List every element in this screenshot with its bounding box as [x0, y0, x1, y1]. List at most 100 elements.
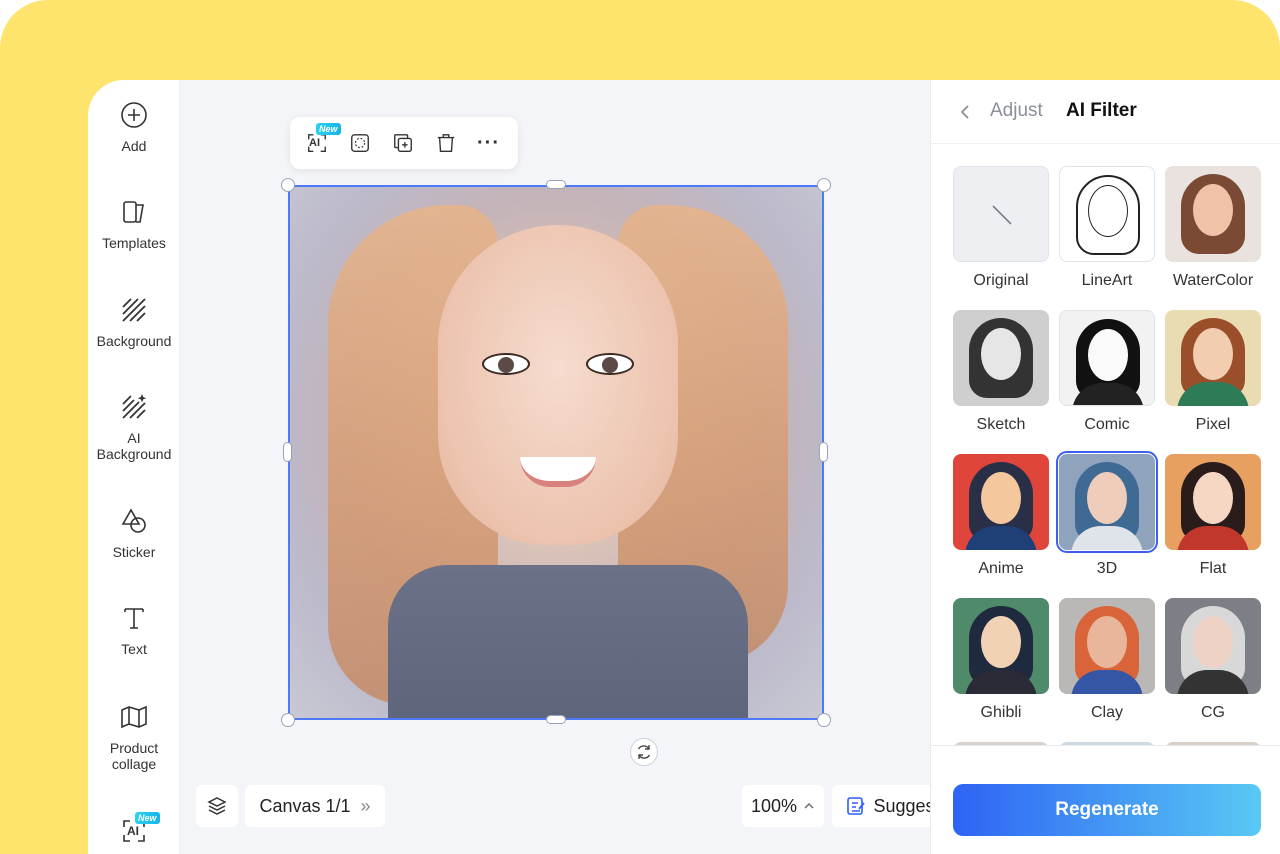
- sidebar-item-background[interactable]: Background: [88, 295, 180, 349]
- ai-tool-button[interactable]: AI New: [304, 122, 341, 156]
- sidebar-item-product-collage[interactable]: Product collage: [88, 702, 180, 772]
- sidebar-item-label: Product collage: [109, 740, 159, 772]
- editor-window: Add Templates Background AI Background S…: [88, 80, 1280, 854]
- sidebar-item-templates[interactable]: Templates: [88, 197, 180, 251]
- sidebar-item-ai-tool[interactable]: AI New: [88, 812, 180, 846]
- filter-thumb: [953, 166, 1049, 262]
- filter-label: Ghibli: [980, 704, 1022, 721]
- face: [438, 225, 678, 545]
- filter-tile-sketch[interactable]: Sketch: [953, 310, 1049, 434]
- zoom-control[interactable]: 100%: [742, 785, 824, 827]
- filter-tile-lineart[interactable]: LineArt: [1059, 166, 1155, 290]
- ai-filter-panel: Adjust AI Filter Original LineArt WaterC…: [930, 80, 1280, 854]
- canvas-page-label: Canvas 1/1: [259, 795, 351, 816]
- resize-handle-top-right[interactable]: [817, 178, 831, 192]
- left-sidebar: Add Templates Background AI Background S…: [88, 80, 180, 854]
- rotate-icon: [637, 745, 651, 759]
- resize-handle-right[interactable]: [819, 442, 828, 462]
- thumb-face: [1087, 616, 1127, 668]
- new-badge: New: [135, 812, 160, 824]
- selected-image[interactable]: [281, 178, 831, 727]
- resize-handle-bottom-right[interactable]: [817, 713, 831, 727]
- resize-handle-bottom[interactable]: [546, 715, 566, 724]
- filter-tile-cg[interactable]: CG: [1165, 598, 1261, 722]
- rotate-button[interactable]: [630, 738, 658, 766]
- duplicate-button[interactable]: [390, 131, 415, 156]
- thumb-face: [1088, 185, 1128, 237]
- tab-adjust[interactable]: Adjust: [990, 100, 1043, 122]
- new-badge: New: [316, 122, 341, 135]
- back-button[interactable]: [955, 100, 975, 124]
- resize-handle-bottom-left[interactable]: [281, 713, 295, 727]
- filter-label: Sketch: [976, 416, 1026, 433]
- sidebar-item-sticker[interactable]: Sticker: [88, 506, 180, 560]
- more-button[interactable]: ···: [476, 131, 501, 156]
- thumb-face: [1193, 184, 1233, 236]
- suggest-edit-icon: [847, 797, 866, 815]
- filter-label: Flat: [1199, 560, 1227, 577]
- more-dots-icon: ···: [477, 131, 500, 154]
- filter-thumb: [1059, 310, 1155, 406]
- chevron-up-icon: [804, 803, 814, 809]
- sidebar-item-text[interactable]: Text: [88, 603, 180, 657]
- cutout-button[interactable]: [347, 131, 372, 156]
- sidebar-item-ai-background[interactable]: AI Background: [88, 392, 180, 462]
- filter-thumb: [1165, 454, 1261, 550]
- filter-tile-3d[interactable]: 3D: [1056, 451, 1158, 578]
- filter-thumb: [953, 598, 1049, 694]
- filter-tile-original[interactable]: Original: [953, 166, 1049, 290]
- ai-icon-text: AI: [127, 824, 139, 838]
- plus-circle-icon: [121, 102, 147, 128]
- background-hatch-icon: [122, 298, 146, 322]
- delete-button[interactable]: [433, 131, 458, 156]
- sweater: [388, 565, 748, 720]
- lasso-select-icon: [350, 134, 369, 152]
- filter-tile-flat[interactable]: Flat: [1165, 454, 1261, 578]
- floating-toolbar: AI New ···: [290, 117, 518, 169]
- resize-handle-left[interactable]: [283, 442, 292, 462]
- trash-icon: [437, 134, 454, 152]
- filter-tile-clay[interactable]: Clay: [1059, 598, 1155, 722]
- layers-button[interactable]: [196, 785, 238, 827]
- filter-grid: Original LineArt WaterColor Sketch Comic…: [931, 144, 1280, 745]
- thumb-face: [981, 328, 1021, 380]
- map-collage-icon: [121, 705, 147, 729]
- filter-tile-pixel[interactable]: Pixel: [1165, 310, 1261, 434]
- canvas-pager[interactable]: Canvas 1/1 »: [245, 785, 385, 827]
- canvas-area[interactable]: AI New ··· Canvas 1/1 » 100% Suggest: [180, 80, 1002, 854]
- tab-ai-filter[interactable]: AI Filter: [1066, 100, 1137, 122]
- filter-tile-ghibli[interactable]: Ghibli: [953, 598, 1049, 722]
- filter-thumb: [1165, 166, 1261, 262]
- sidebar-item-add[interactable]: Add: [88, 100, 180, 154]
- filter-label: LineArt: [1081, 272, 1133, 289]
- layers-icon: [207, 797, 227, 815]
- thumb-face: [1193, 616, 1233, 668]
- panel-footer: Regenerate: [931, 745, 1280, 854]
- filter-label: Clay: [1090, 704, 1123, 721]
- filter-tile-watercolor[interactable]: WaterColor: [1165, 166, 1261, 290]
- filter-thumb: [1059, 598, 1155, 694]
- resize-handle-top[interactable]: [546, 180, 566, 189]
- filter-tile-anime[interactable]: Anime: [953, 454, 1049, 578]
- right-eye: [586, 353, 634, 375]
- ai-icon-text: AI: [309, 136, 320, 149]
- filter-thumb: [1165, 598, 1261, 694]
- sidebar-item-label: Sticker: [112, 544, 156, 560]
- filter-label: Comic: [1084, 416, 1130, 433]
- sidebar-item-label: Text: [121, 641, 147, 657]
- filter-thumb: [1059, 166, 1155, 262]
- templates-icon: [123, 201, 144, 223]
- thumb-face: [1088, 329, 1128, 381]
- no-filter-slash-icon: [992, 205, 1012, 225]
- thumb-face: [981, 616, 1021, 668]
- sidebar-item-label: AI Background: [96, 430, 172, 462]
- filter-tile-comic[interactable]: Comic: [1059, 310, 1155, 434]
- thumb-face: [1193, 472, 1233, 524]
- filter-label: Original: [973, 272, 1029, 289]
- thumb-face: [1193, 328, 1233, 380]
- panel-header: Adjust AI Filter: [931, 80, 1280, 144]
- sidebar-item-label: Add: [121, 138, 147, 154]
- regenerate-button[interactable]: Regenerate: [953, 784, 1261, 836]
- filter-thumb: [953, 454, 1049, 550]
- resize-handle-top-left[interactable]: [281, 178, 295, 192]
